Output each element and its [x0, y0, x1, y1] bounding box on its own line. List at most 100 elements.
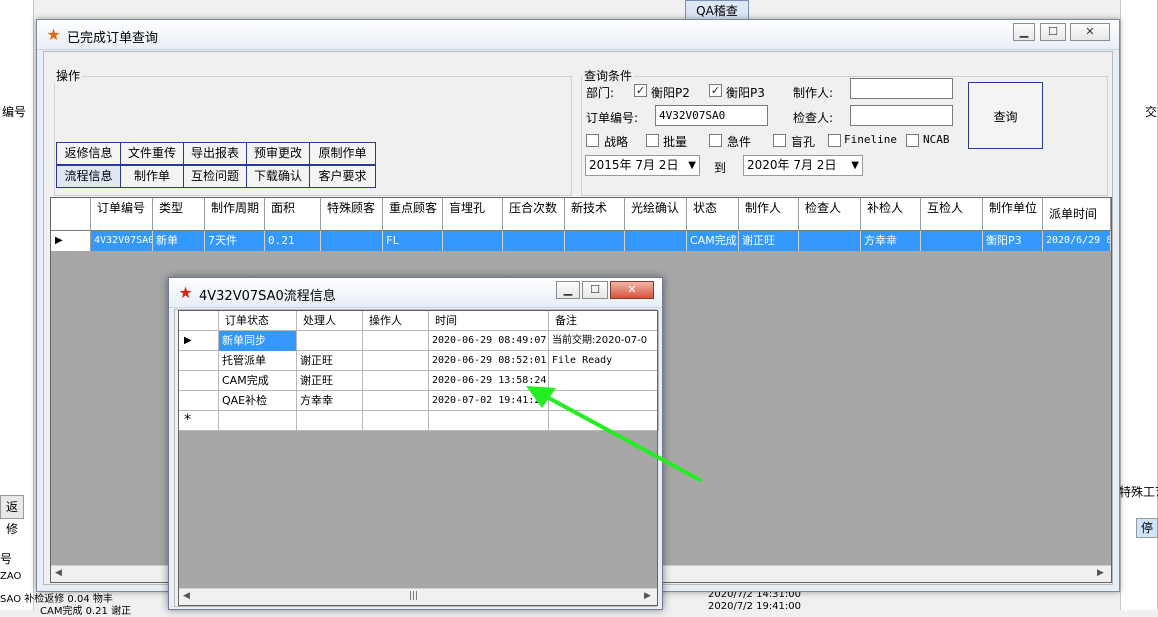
- flow-cell-handler[interactable]: [297, 411, 363, 431]
- close-button[interactable]: ✕: [1070, 23, 1110, 41]
- query-group-label: 查询条件: [582, 67, 635, 84]
- col-maker-unit[interactable]: 制作单位: [983, 198, 1043, 231]
- dept-p3-checkbox[interactable]: ✓: [709, 84, 722, 97]
- flow-header: 订单状态 处理人 操作人 时间 备注: [179, 311, 659, 331]
- table-row[interactable]: 托管派单 谢正旺 2020-06-29 08:52:01 File Ready: [179, 351, 659, 371]
- col-blind-buried-hole[interactable]: 盲埋孔: [443, 198, 503, 231]
- col-key-customer[interactable]: 重点顾客: [383, 198, 443, 231]
- cell-dispatch-time: 2020/6/29 8: [1043, 231, 1111, 251]
- cell-photoplot-confirm: [625, 231, 687, 251]
- checker-input[interactable]: [850, 105, 953, 126]
- table-row[interactable]: ▶ 新单同步 2020-06-29 08:49:07 当前交期:2020-07-…: [179, 331, 659, 351]
- scroll-right-icon[interactable]: ▶: [1097, 568, 1104, 578]
- main-titlebar[interactable]: ★ 已完成订单查询 ▁ ☐ ✕: [37, 20, 1119, 50]
- chevron-down-icon[interactable]: ▼: [851, 156, 859, 175]
- col-order-no[interactable]: 订单编号: [91, 198, 153, 231]
- download-confirm-button[interactable]: 下载确认: [246, 165, 310, 188]
- flow-titlebar[interactable]: ★ 4V32V07SA0流程信息 ▁ ☐ ✕: [169, 278, 662, 308]
- col-lamination-count[interactable]: 压合次数: [503, 198, 565, 231]
- flow-col-handler[interactable]: 处理人: [297, 311, 363, 331]
- col-mutual-check-person[interactable]: 互检人: [921, 198, 983, 231]
- table-row[interactable]: CAM完成 谢正旺 2020-06-29 13:58:24: [179, 371, 659, 391]
- operations-group-label: 操作: [54, 67, 83, 84]
- flow-cell-time: 2020-07-02 19:41:20: [429, 391, 549, 411]
- flow-window-title: 4V32V07SA0流程信息: [199, 289, 336, 304]
- pre-review-change-button[interactable]: 预审更改: [246, 142, 310, 165]
- flow-client-area: 订单状态 处理人 操作人 时间 备注 ▶ 新单同步 2020-06-29 08:…: [174, 309, 659, 607]
- col-type[interactable]: 类型: [153, 198, 205, 231]
- maximize-button[interactable]: ☐: [1040, 23, 1066, 41]
- fineline-checkbox[interactable]: [828, 134, 841, 147]
- ncab-checkbox[interactable]: [906, 134, 919, 147]
- flow-col-operator[interactable]: 操作人: [363, 311, 429, 331]
- flow-cell-handler: 谢正旺: [297, 371, 363, 391]
- chevron-down-icon[interactable]: ▼: [688, 156, 696, 175]
- worksheet-button[interactable]: 制作单: [120, 165, 184, 188]
- flow-col-remark[interactable]: 备注: [549, 311, 659, 331]
- flow-row-header: [179, 391, 219, 411]
- flow-cell-remark: [549, 371, 659, 391]
- flow-close-button[interactable]: ✕: [610, 281, 654, 299]
- col-new-tech[interactable]: 新技术: [565, 198, 625, 231]
- cell-mutual-check-person: [921, 231, 983, 251]
- flow-info-button[interactable]: 流程信息: [56, 165, 121, 188]
- checker-label: 检查人:: [793, 111, 834, 125]
- flow-cell-operator[interactable]: [363, 411, 429, 431]
- col-recheck-person[interactable]: 补检人: [861, 198, 921, 231]
- order-no-input[interactable]: 4V32V07SA0: [655, 105, 768, 126]
- flow-col-time[interactable]: 时间: [429, 311, 549, 331]
- dept-p3-label: 衡阳P3: [726, 86, 765, 100]
- background-stop-button[interactable]: 停: [1136, 518, 1158, 538]
- flow-cell-remark[interactable]: [549, 411, 659, 431]
- maker-input[interactable]: [850, 78, 953, 99]
- date-from-picker[interactable]: 2015年 7月 2日 ▼: [585, 155, 700, 176]
- col-checker[interactable]: 检查人: [799, 198, 861, 231]
- query-button[interactable]: 查询: [968, 82, 1043, 149]
- flow-cell-time: 2020-06-29 13:58:24: [429, 371, 549, 391]
- flow-cell-operator: [363, 371, 429, 391]
- flow-cell-operator: [363, 391, 429, 411]
- flow-cell-status[interactable]: [219, 411, 297, 431]
- scroll-right-icon[interactable]: ▶: [644, 591, 651, 601]
- customer-requirement-button[interactable]: 客户要求: [309, 165, 376, 188]
- table-row[interactable]: QAE补检 方幸幸 2020-07-02 19:41:20: [179, 391, 659, 411]
- scroll-left-icon[interactable]: ◀: [55, 568, 62, 578]
- col-dispatch-time[interactable]: 派单时间: [1043, 198, 1111, 231]
- urgent-checkbox[interactable]: [709, 134, 722, 147]
- dept-p2-checkbox[interactable]: ✓: [634, 84, 647, 97]
- flow-cell-handler: [297, 331, 363, 351]
- col-cycle[interactable]: 制作周期: [205, 198, 265, 231]
- scroll-thumb-grip-icon[interactable]: |||: [409, 591, 418, 601]
- flow-col-status[interactable]: 订单状态: [219, 311, 297, 331]
- new-row[interactable]: *: [179, 411, 659, 431]
- mutual-check-issue-button[interactable]: 互检问题: [183, 165, 247, 188]
- flow-cell-time[interactable]: [429, 411, 549, 431]
- export-report-button[interactable]: 导出报表: [183, 142, 247, 165]
- batch-checkbox[interactable]: [646, 134, 659, 147]
- flow-horizontal-scrollbar[interactable]: ◀ ||| ▶: [179, 588, 657, 605]
- col-status[interactable]: 状态: [687, 198, 739, 231]
- col-maker[interactable]: 制作人: [739, 198, 799, 231]
- scroll-left-icon[interactable]: ◀: [183, 591, 190, 601]
- minimize-button[interactable]: ▁: [1013, 23, 1035, 41]
- col-photoplot-confirm[interactable]: 光绘确认: [625, 198, 687, 231]
- col-special-customer[interactable]: 特殊顾客: [321, 198, 383, 231]
- rework-info-button[interactable]: 返修信息: [56, 142, 121, 165]
- col-area[interactable]: 面积: [265, 198, 321, 231]
- date-to-value: 2020年 7月 2日: [747, 158, 837, 172]
- flow-maximize-button[interactable]: ☐: [582, 281, 608, 299]
- table-row[interactable]: ▶ 4V32V07SA0 新单 7天件 0.21 FL CAM完成 谢正旺 方幸…: [51, 231, 1111, 251]
- fineline-label: Fineline: [844, 133, 897, 146]
- blind-hole-checkbox[interactable]: [773, 134, 786, 147]
- date-to-picker[interactable]: 2020年 7月 2日 ▼: [743, 155, 863, 176]
- flow-info-window: ★ 4V32V07SA0流程信息 ▁ ☐ ✕ 订单状态 处理人 操作人 时间 备…: [168, 277, 663, 610]
- flow-cell-remark: [549, 391, 659, 411]
- flow-cell-operator: [363, 331, 429, 351]
- background-rework-button[interactable]: 返修: [0, 495, 24, 536]
- strategy-checkbox[interactable]: [586, 134, 599, 147]
- file-reupload-button[interactable]: 文件重传: [120, 142, 184, 165]
- row-pointer-icon: ▶: [179, 331, 219, 351]
- background-bottom-row: ZAO: [0, 571, 22, 582]
- flow-minimize-button[interactable]: ▁: [556, 281, 580, 299]
- original-worksheet-button[interactable]: 原制作单: [309, 142, 376, 165]
